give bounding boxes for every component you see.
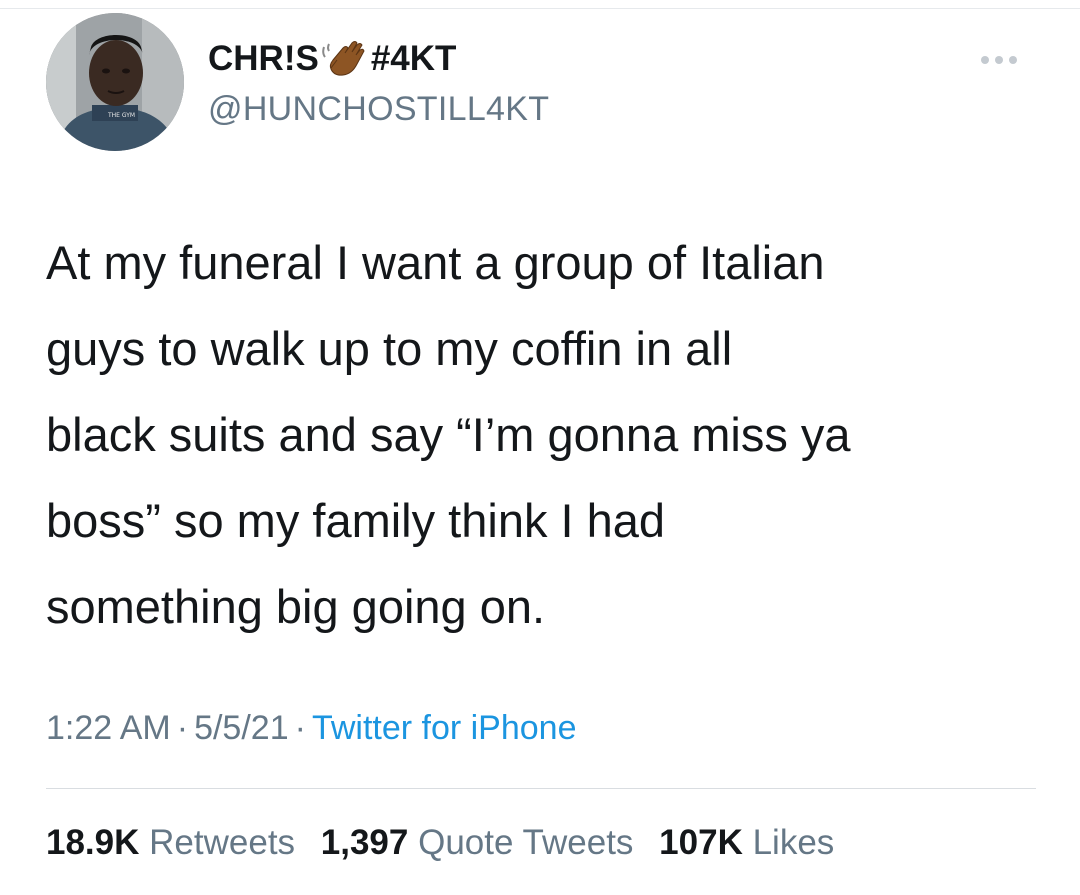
waving-hand-icon bbox=[321, 38, 369, 80]
meta-separator: · bbox=[176, 709, 189, 747]
tweet-text: At my funeral I want a group of Italian … bbox=[46, 236, 851, 633]
tweet-card: THE GYM CHR!S #4KT @HUNCHOSTILL4KT At my… bbox=[0, 0, 1080, 895]
more-horizontal-icon[interactable] bbox=[975, 52, 1031, 68]
retweets-stat[interactable]: 18.9K Retweets bbox=[46, 820, 295, 866]
avatar-shirt-text: THE GYM bbox=[107, 112, 135, 119]
tweet-meta: 1:22 AM · 5/5/21 · Twitter for iPhone bbox=[46, 706, 577, 750]
tweet-date[interactable]: 5/5/21 bbox=[194, 709, 289, 747]
tweet-stats: 18.9K Retweets 1,397 Quote Tweets 107K L… bbox=[46, 820, 850, 866]
retweets-count: 18.9K bbox=[46, 823, 140, 862]
quote-tweets-stat[interactable]: 1,397 Quote Tweets bbox=[321, 820, 634, 866]
quote-tweets-label: Quote Tweets bbox=[418, 823, 634, 862]
display-name-prefix: CHR!S bbox=[208, 39, 319, 78]
stats-divider bbox=[46, 788, 1036, 789]
tweet-source-link[interactable]: Twitter for iPhone bbox=[312, 709, 577, 747]
likes-stat[interactable]: 107K Likes bbox=[659, 820, 834, 866]
retweets-label: Retweets bbox=[149, 823, 296, 862]
meta-separator-2: · bbox=[294, 709, 306, 747]
avatar-photo: THE GYM bbox=[46, 13, 184, 151]
display-name-suffix: #4KT bbox=[370, 39, 457, 78]
likes-count: 107K bbox=[659, 823, 743, 862]
quote-tweets-count: 1,397 bbox=[320, 823, 409, 862]
likes-label: Likes bbox=[752, 823, 835, 862]
top-divider bbox=[0, 8, 1080, 9]
user-handle[interactable]: @HUNCHOSTILL4KT bbox=[208, 88, 549, 130]
avatar[interactable]: THE GYM bbox=[46, 13, 184, 151]
tweet-time[interactable]: 1:22 AM bbox=[46, 709, 171, 747]
display-name[interactable]: CHR!S #4KT bbox=[208, 38, 456, 80]
